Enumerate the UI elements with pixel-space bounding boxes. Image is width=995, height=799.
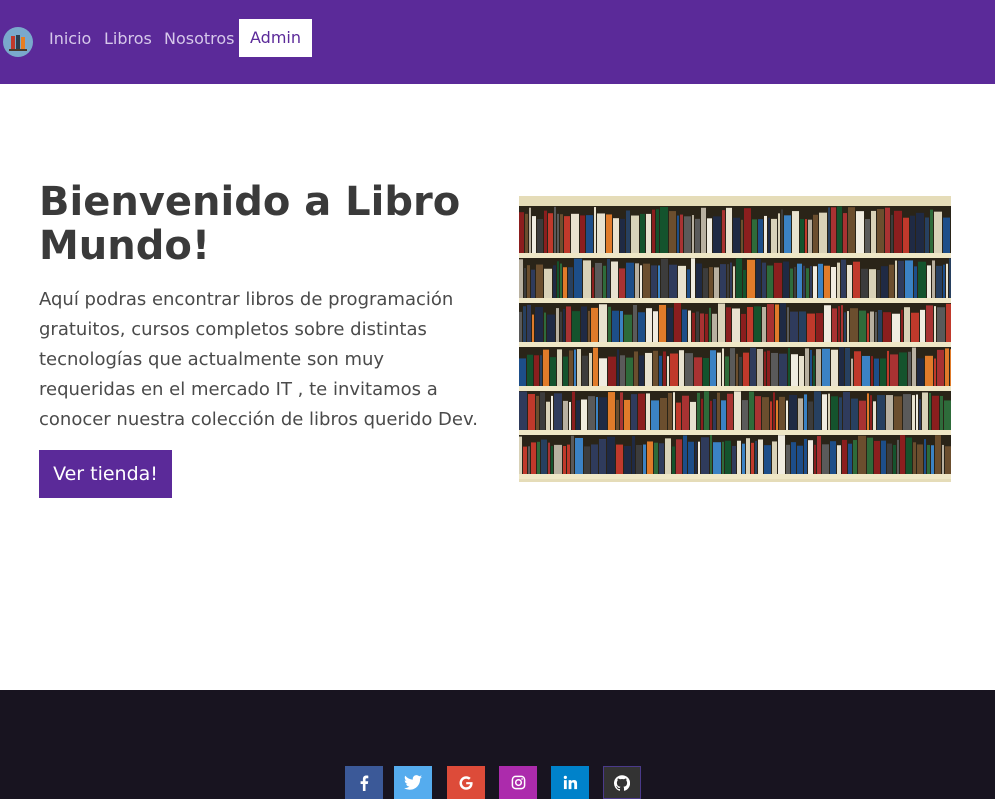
hero-title: Bienvenido a Libro Mundo!	[39, 179, 461, 269]
bookshelf-image	[519, 196, 951, 482]
logo-books-icon[interactable]	[3, 27, 33, 57]
nav-link-libros[interactable]: Libros	[104, 29, 152, 49]
navbar: Inicio Libros Nosotros Admin	[0, 0, 995, 84]
linkedin-icon[interactable]	[551, 766, 589, 799]
instagram-icon[interactable]	[499, 766, 537, 799]
nav-link-nosotros[interactable]: Nosotros	[164, 29, 235, 49]
nav-link-inicio[interactable]: Inicio	[49, 29, 91, 49]
google-icon[interactable]	[447, 766, 485, 799]
github-icon[interactable]	[603, 766, 641, 799]
twitter-icon[interactable]	[394, 766, 432, 799]
ver-tienda-button[interactable]: Ver tienda!	[39, 450, 172, 498]
facebook-icon[interactable]	[345, 766, 383, 799]
admin-button[interactable]: Admin	[239, 19, 312, 57]
hero-description: Aquí podras encontrar libros de programa…	[39, 289, 478, 430]
footer	[0, 690, 995, 799]
